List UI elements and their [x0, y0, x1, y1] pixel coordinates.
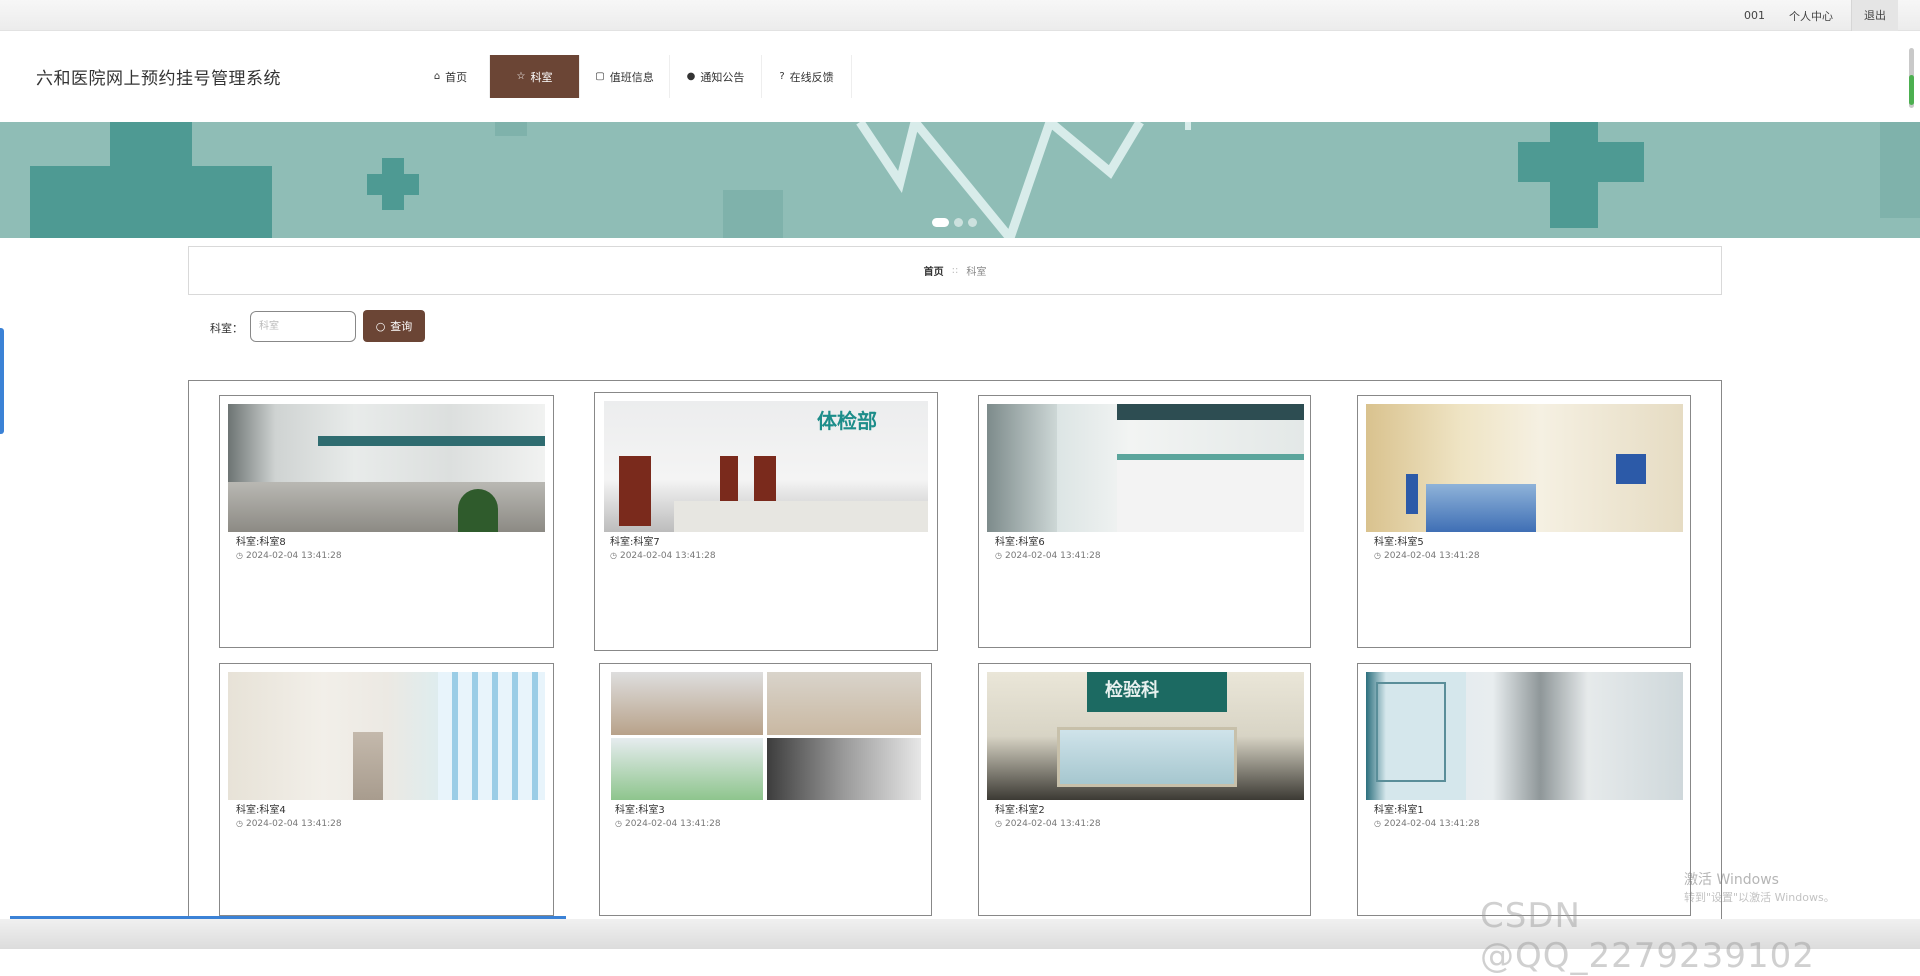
card-time-text: 2024-02-04 13:41:28: [245, 551, 342, 561]
breadcrumb-home[interactable]: 首页: [924, 263, 944, 278]
nav-home-item[interactable]: ⌂ 首页: [412, 55, 490, 98]
card-time: ◷ 2024-02-04 13:41:28: [236, 551, 342, 561]
clock-icon: ◷: [1374, 819, 1381, 828]
department-photo: [228, 672, 545, 800]
clock-icon: ◷: [236, 551, 243, 560]
breadcrumb-separator: ::: [951, 265, 959, 276]
nav-duty-item[interactable]: ▢ 值班信息: [580, 55, 670, 98]
clock-icon: ◷: [610, 551, 617, 560]
photo-sign: 检验科: [1105, 680, 1159, 701]
clock-icon: ◷: [995, 551, 1002, 560]
card-time-text: 2024-02-04 13:41:28: [624, 819, 721, 829]
department-card[interactable]: 科室:科室6 ◷ 2024-02-04 13:41:28: [978, 395, 1311, 648]
department-photo: [1366, 672, 1683, 800]
department-photo: [987, 404, 1304, 532]
card-time: ◷ 2024-02-04 13:41:28: [995, 819, 1101, 829]
department-card[interactable]: 体检部 科室:科室7 ◷ 2024-02-04 13:41:28: [594, 392, 938, 651]
top-bar: 001 个人中心 退出: [0, 0, 1920, 31]
card-time-text: 2024-02-04 13:41:28: [1004, 551, 1101, 561]
card-time: ◷ 2024-02-04 13:41:28: [610, 551, 716, 561]
star-icon: ☆: [516, 71, 526, 82]
card-time: ◷ 2024-02-04 13:41:28: [1374, 819, 1480, 829]
card-title: 科室:科室7: [610, 537, 660, 548]
card-time: ◷ 2024-02-04 13:41:28: [1374, 551, 1480, 561]
department-photo: 体检部: [604, 401, 928, 532]
scrollbar-thumb[interactable]: [1909, 75, 1914, 105]
department-card[interactable]: 检验科 科室:科室2 ◷ 2024-02-04 13:41:28: [978, 663, 1311, 916]
clock-icon: ◷: [1374, 551, 1381, 560]
nav-feedback-text: 在线反馈: [789, 70, 834, 84]
card-title: 科室:科室1: [1374, 805, 1424, 816]
card-time-text: 2024-02-04 13:41:28: [1004, 819, 1101, 829]
clock-icon: ◷: [236, 819, 243, 828]
carousel-dot[interactable]: [968, 218, 977, 227]
card-title: 科室:科室4: [236, 805, 286, 816]
carousel-dot[interactable]: [932, 218, 949, 227]
search-button[interactable]: ○ 查询: [363, 310, 425, 342]
nav-feedback-item[interactable]: ? 在线反馈: [762, 55, 852, 98]
department-card[interactable]: 科室:科室4 ◷ 2024-02-04 13:41:28: [219, 663, 554, 916]
profile-link[interactable]: 个人中心: [1789, 8, 1833, 24]
card-time: ◷ 2024-02-04 13:41:28: [995, 551, 1101, 561]
card-time: ◷ 2024-02-04 13:41:28: [615, 819, 721, 829]
breadcrumb-current: 科室: [966, 267, 987, 278]
search-button-label: 查询: [390, 320, 413, 333]
nav-department-item[interactable]: ☆ 科室: [490, 55, 580, 98]
department-photo: [1366, 404, 1683, 532]
department-photo: 检验科: [987, 672, 1304, 800]
nav-department-text: 科室: [530, 70, 553, 84]
search-icon: ○: [375, 319, 386, 333]
department-photo: [228, 404, 545, 532]
department-card[interactable]: 科室:科室5 ◷ 2024-02-04 13:41:28: [1357, 395, 1691, 648]
department-card[interactable]: 科室:科室8 ◷ 2024-02-04 13:41:28: [219, 395, 554, 648]
card-time-text: 2024-02-04 13:41:28: [619, 551, 716, 561]
nav-duty-text: 值班信息: [609, 70, 654, 84]
clock-icon: ◷: [995, 819, 1002, 828]
side-tab[interactable]: [0, 328, 4, 434]
card-title: 科室:科室6: [995, 537, 1045, 548]
main-nav-bar: ⌂ 首页 ☆ 科室 ▢ 值班信息 ● 通知公告 ? 在线反馈: [412, 55, 852, 98]
department-search-input[interactable]: [250, 311, 356, 342]
carousel-dot[interactable]: [954, 218, 963, 227]
card-title: 科室:科室8: [236, 537, 286, 548]
breadcrumb: 首页 :: 科室: [188, 246, 1722, 295]
card-title: 科室:科室5: [1374, 537, 1424, 548]
card-time-text: 2024-02-04 13:41:28: [1383, 551, 1480, 561]
bag-icon: ▢: [595, 71, 605, 82]
card-time-text: 2024-02-04 13:41:28: [245, 819, 342, 829]
department-card[interactable]: 科室:科室3 ◷ 2024-02-04 13:41:28: [599, 663, 932, 916]
top-links: 001 个人中心 退出: [1720, 0, 1898, 31]
nav-notice-item[interactable]: ● 通知公告: [670, 55, 762, 98]
card-time: ◷ 2024-02-04 13:41:28: [236, 819, 342, 829]
info-icon: ●: [686, 71, 696, 82]
logout-button[interactable]: 退出: [1851, 0, 1898, 31]
carousel-dots: [932, 218, 982, 227]
clock-icon: ◷: [615, 819, 622, 828]
search-label: 科室：: [210, 322, 243, 335]
photo-sign: 体检部: [817, 409, 877, 433]
home-icon: ⌂: [433, 71, 441, 82]
question-icon: ?: [779, 71, 785, 82]
department-photo: [611, 672, 921, 800]
card-title: 科室:科室3: [615, 805, 665, 816]
card-title: 科室:科室2: [995, 805, 1045, 816]
header: 六和医院网上预约挂号管理系统 ⌂ 首页: [0, 31, 1920, 122]
user-id: 001: [1744, 9, 1765, 22]
nav-notice-text: 通知公告: [700, 70, 745, 84]
card-time-text: 2024-02-04 13:41:28: [1383, 819, 1480, 829]
department-card[interactable]: 科室:科室1 ◷ 2024-02-04 13:41:28: [1357, 663, 1691, 916]
csdn-watermark: CSDN @QQ_2279239102: [1480, 896, 1815, 976]
activate-windows-title: 激活 Windows: [1684, 872, 1779, 888]
site-title: 六和医院网上预约挂号管理系统: [36, 69, 281, 89]
nav-home-text: 首页: [445, 70, 468, 84]
